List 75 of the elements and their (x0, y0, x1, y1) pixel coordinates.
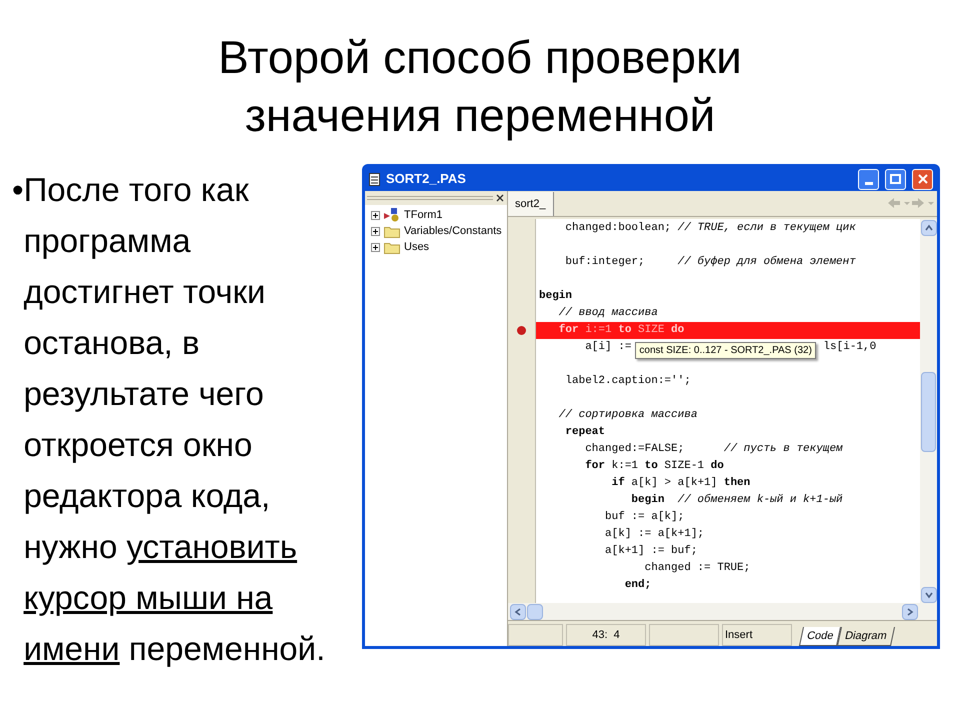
code-keyword: do (671, 323, 684, 338)
scroll-left-button[interactable] (510, 604, 526, 620)
scroll-thumb[interactable] (921, 372, 936, 452)
code-text: i:=1 (584, 323, 613, 338)
code-comment: // буфер для обмена элемент (678, 254, 856, 270)
code-keyword: if (610, 476, 625, 492)
code-comment: // пусть в текущем (724, 442, 843, 458)
window-title: SORT2_.PAS (386, 170, 467, 188)
code-keyword: to (618, 323, 632, 338)
status-panel: Insert (722, 624, 792, 646)
code-keyword: begin (630, 493, 664, 508)
status-panel (649, 624, 719, 646)
code-comment: // TRUE, если в текущем цик (678, 221, 856, 236)
expand-icon[interactable] (371, 242, 380, 252)
code-keyword: to (644, 459, 658, 474)
status-panel: 43: 4 (566, 624, 646, 646)
code-text: k:=1 (610, 459, 640, 474)
close-button[interactable] (912, 168, 933, 190)
code-keyword: begin (539, 289, 572, 304)
view-tab[interactable]: Diagram (837, 627, 895, 646)
scroll-up-button[interactable] (920, 220, 936, 236)
chevron-icon (924, 591, 932, 599)
code-text: a[i] := (584, 340, 632, 356)
code-text: SIZE (637, 323, 666, 338)
slide-title: Второй способ проверки (218, 30, 742, 85)
minimize-button[interactable] (858, 168, 879, 190)
close-icon (918, 174, 928, 184)
code-text: a[k+1] := buf; (604, 544, 698, 560)
code-keyword: end; (624, 578, 652, 594)
chevron-icon (924, 224, 932, 232)
breakpoint-icon[interactable] (517, 326, 526, 335)
code-text: changed:=FALSE; (584, 442, 686, 458)
scroll-down-button[interactable] (920, 587, 936, 603)
code-keyword: repeat (564, 425, 606, 440)
code-text: buf := a[k]; (604, 510, 684, 526)
code-comment: // сортировка массива (558, 408, 698, 424)
tree-item[interactable]: TForm1 (404, 206, 442, 224)
tree-item[interactable]: Uses (404, 238, 430, 256)
chevron-icon (514, 608, 522, 616)
code-comment: // ввод массива (558, 306, 658, 322)
code-text: a[k] > a[k+1] (630, 476, 718, 492)
scroll-right-button[interactable] (902, 604, 918, 620)
view-tab[interactable]: Code (798, 627, 842, 646)
document-icon (369, 172, 380, 186)
code-text: SIZE-1 (663, 459, 706, 474)
status-panel (508, 624, 563, 646)
maximize-button[interactable] (885, 168, 906, 190)
code-text: label2.caption:=''; (564, 374, 691, 390)
folder-icon (384, 224, 400, 238)
code-keyword: then (724, 476, 750, 492)
code-keyword: for (584, 458, 606, 474)
editor-tab[interactable]: sort2_ (508, 192, 554, 216)
slide-title: значения переменной (244, 88, 716, 143)
bullet-text: После того как программа достигнет точки останова, в результате чего откроется окно редактора кода, нужно установить курсор мыши на имени переменной. (24, 170, 326, 669)
code-keyword: for (558, 322, 579, 338)
code-text: a[k] := a[k+1]; (604, 527, 704, 542)
code-comment: // обменяем k-ый и k+1-ый (676, 492, 843, 508)
code-text: changed:boolean; (564, 221, 672, 236)
chevron-icon (906, 608, 914, 616)
vertical-scrollbar[interactable] (920, 219, 937, 603)
code-keyword: do (710, 459, 724, 474)
horizontal-scroll-thumb[interactable] (527, 604, 543, 620)
close-icon[interactable] (495, 193, 505, 203)
code-text: ls[i-1,0 (823, 340, 876, 356)
folder-icon (384, 240, 400, 254)
code-text: changed := TRUE; (644, 561, 750, 576)
bullet-dot: • (12, 170, 24, 210)
component-icon (384, 208, 400, 222)
expand-icon[interactable] (371, 210, 380, 220)
expand-icon[interactable] (371, 226, 380, 236)
tree-item[interactable]: Variables/Constants (404, 222, 502, 240)
maximize-icon (890, 174, 901, 184)
minimize-icon (864, 182, 872, 184)
tooltip: const SIZE: 0..127 - SORT2_.PAS (32) (635, 342, 816, 359)
code-text: buf:integer; (564, 255, 646, 270)
